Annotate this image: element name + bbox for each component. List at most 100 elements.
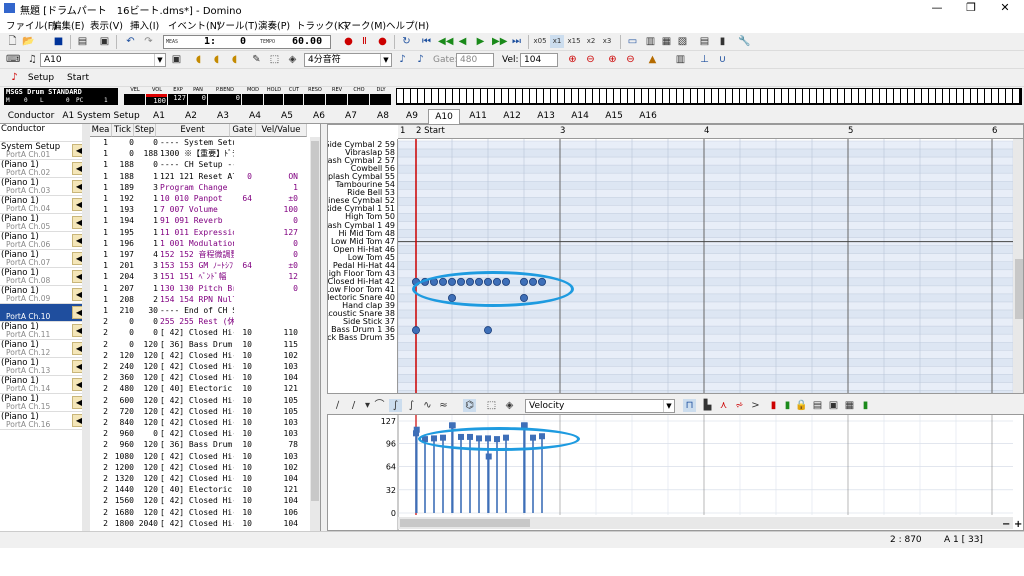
event-row[interactable]: 2 480 120[ 40] Electoric 10 121 — [90, 383, 320, 394]
save-icon[interactable]: ■ — [52, 35, 65, 48]
event-row[interactable]: 2 1680 120[ 42] Closed Hi- 10 106 — [90, 507, 320, 518]
speaker-icon[interactable]: ◖ — [228, 53, 241, 66]
track-tab[interactable]: Conductor — [4, 109, 58, 124]
controller-combo[interactable]: Velocity ▼ — [525, 399, 675, 413]
event-column-header[interactable]: Vel/Value — [256, 124, 307, 137]
zoom-h-icon[interactable]: ⊕ — [606, 53, 619, 66]
curve-alt-icon[interactable]: ∫ — [405, 399, 418, 412]
channel-row[interactable]: (Piano 1) PortA Ch.02 ◀ — [0, 160, 88, 178]
event-list-scroll-thumb[interactable] — [311, 141, 319, 501]
drum-note[interactable] — [411, 326, 420, 335]
event-row[interactable]: 1 189 3 Program Change 1 — [90, 182, 320, 193]
event-row[interactable]: 1 201 3 153 153 GM ﾉｰﾄｼﾌﾄ 64 ±0 — [90, 260, 320, 271]
go-end-icon[interactable]: ⏭ — [510, 35, 523, 48]
zoom-minus-icon[interactable]: − — [1002, 519, 1010, 530]
properties-icon[interactable]: ▣ — [98, 35, 111, 48]
zoom-out-icon[interactable]: ⊖ — [584, 53, 597, 66]
instrument-combo[interactable]: A10 ▼ — [40, 53, 166, 67]
track-tab[interactable]: A1 — [144, 109, 174, 124]
track-tab[interactable]: A13 — [530, 109, 562, 124]
track-tab[interactable]: A15 — [598, 109, 630, 124]
bar-graph-icon[interactable]: ⊓ — [683, 399, 696, 412]
setup-button[interactable]: Setup — [26, 71, 56, 85]
event-row[interactable]: 2 0 0[ 42] Closed Hi- 10 110 — [90, 327, 320, 338]
event-row[interactable]: 2 1200 120[ 42] Closed Hi- 10 102 — [90, 462, 320, 473]
redo-icon[interactable]: ↷ — [142, 35, 155, 48]
event-list-scrollbar[interactable] — [310, 137, 320, 531]
drum-note[interactable] — [484, 326, 493, 335]
channel-row[interactable]: (Piano 1) PortA Ch.04 ◀ — [0, 196, 88, 214]
note-grid[interactable] — [398, 139, 1013, 394]
follow-icon[interactable]: ⊥ — [698, 53, 711, 66]
pencil-icon[interactable]: ✎ — [250, 53, 263, 66]
channel-scrollbar[interactable] — [82, 124, 90, 531]
event-column-header[interactable]: Event — [156, 124, 230, 137]
velocity-spin[interactable]: 104 — [520, 53, 558, 67]
panel-icon[interactable]: ▣ — [827, 399, 840, 412]
event-row[interactable]: 1 195 1 11 011 Expression 127 — [90, 227, 320, 238]
event-row[interactable]: 1 204 3 151 151 ﾍﾞﾝﾄﾞ幅 12 — [90, 271, 320, 282]
select-icon[interactable]: ⬚ — [268, 53, 281, 66]
eraser2-icon[interactable]: ◈ — [503, 399, 516, 412]
marker-icon[interactable]: ▮ — [767, 399, 780, 412]
instrument-settings-icon[interactable]: ▣ — [170, 53, 183, 66]
prev-icon[interactable]: ◀ — [456, 35, 469, 48]
refresh-icon[interactable]: ↻ — [400, 35, 413, 48]
event-row[interactable]: 1 188 0---- CH Setup ------------- — [90, 159, 320, 170]
channel-row[interactable]: (Piano 1) PortA Ch.09 ◀ — [0, 286, 88, 304]
print-icon[interactable]: ▤ — [76, 35, 89, 48]
track-tab[interactable]: A1 System Setup — [60, 109, 142, 124]
track-tab[interactable]: A6 — [304, 109, 334, 124]
lfo-icon[interactable]: ⩫ — [733, 399, 746, 412]
solo-icon[interactable]: ◖ — [210, 53, 223, 66]
track-tab[interactable]: A10 — [428, 109, 460, 124]
measure-ruler[interactable]: 1 2 Start 3 4 5 6 — [398, 125, 1023, 139]
track-tab[interactable]: A16 — [632, 109, 664, 124]
channel-row[interactable]: (Piano 1) PortA Ch.08 ◀ — [0, 268, 88, 286]
table-icon[interactable]: ▦ — [843, 399, 856, 412]
curve-icon[interactable]: ∕ — [331, 399, 344, 412]
minimize-button[interactable]: — — [920, 0, 954, 16]
channel-row[interactable]: PortA Ch.10 ◀ — [0, 304, 88, 322]
event-row[interactable]: 2 0 120[ 36] Bass Drum 10 115 — [90, 339, 320, 350]
event-row[interactable]: 2 960 120[ 36] Bass Drum 10 78 — [90, 439, 320, 450]
snap-icon[interactable]: ▲ — [646, 53, 659, 66]
menu-event[interactable]: イベント(N) — [168, 18, 221, 32]
menu-mark[interactable]: マーク(M) — [342, 18, 386, 32]
event-row[interactable]: 2 600 120[ 42] Closed Hi- 10 105 — [90, 395, 320, 406]
new-file-icon[interactable]: 🗋 — [6, 35, 19, 48]
channel-row[interactable]: System Setup PortA Ch.01 ◀ — [0, 142, 88, 160]
channel-row[interactable]: (Piano 1) PortA Ch.14 ◀ — [0, 376, 88, 394]
event-row[interactable]: 2 1800 2040[ 42] Closed Hi- 10 104 — [90, 518, 320, 529]
event-row[interactable]: 2 1560 120[ 42] Closed Hi- 10 104 — [90, 495, 320, 506]
event-row[interactable]: 1 210 30---- End of CH Setup --------- — [90, 305, 320, 316]
piano-roll-icon[interactable]: ▥ — [644, 35, 657, 48]
piano-roll-vscroll[interactable] — [1013, 139, 1023, 393]
velocity-hscroll-thumb[interactable] — [400, 519, 530, 527]
track-tab[interactable]: A14 — [564, 109, 596, 124]
note-length-combo[interactable]: 4分音符 ▼ — [304, 53, 392, 67]
menu-tool[interactable]: ツール(T) — [216, 18, 258, 32]
meter-icon[interactable]: ▮ — [781, 399, 794, 412]
event-row[interactable]: 1 207 1 130 130 Pitch Br 0 — [90, 283, 320, 294]
track-tab[interactable]: A7 — [336, 109, 366, 124]
event-row[interactable]: 1 197 4 152 152 音程微調整 0 — [90, 249, 320, 260]
level-icon[interactable]: ⋏ — [717, 399, 730, 412]
speed-x3[interactable]: x3 — [600, 35, 614, 48]
menu-play[interactable]: 演奏(P) — [258, 18, 290, 32]
staff-icon[interactable]: ▧ — [676, 35, 689, 48]
event-row[interactable]: 1 192 1 10 010 Panpot 64 ±0 — [90, 193, 320, 204]
event-row[interactable]: 11881121 121 Reset All Cor0ON — [90, 171, 320, 182]
mute-icon[interactable]: ◖ — [192, 53, 205, 66]
event-row[interactable]: 200255 255 Rest (休符) — [90, 316, 320, 327]
chevron-down-icon[interactable]: ▼ — [154, 54, 165, 66]
event-row[interactable]: 2 960 0[ 42] Closed Hi- 10 103 — [90, 428, 320, 439]
grid-icon[interactable]: ▥ — [674, 53, 687, 66]
undo-icon[interactable]: ↶ — [124, 35, 137, 48]
event-row[interactable]: 1 196 1 1 001 Modulation 0 — [90, 238, 320, 249]
random-icon[interactable]: ≈ — [437, 399, 450, 412]
freehand-icon[interactable]: ∿ — [421, 399, 434, 412]
track-tab[interactable]: A8 — [368, 109, 398, 124]
rewind-icon[interactable]: ◀◀ — [438, 35, 453, 48]
speed-x2[interactable]: x2 — [584, 35, 598, 48]
